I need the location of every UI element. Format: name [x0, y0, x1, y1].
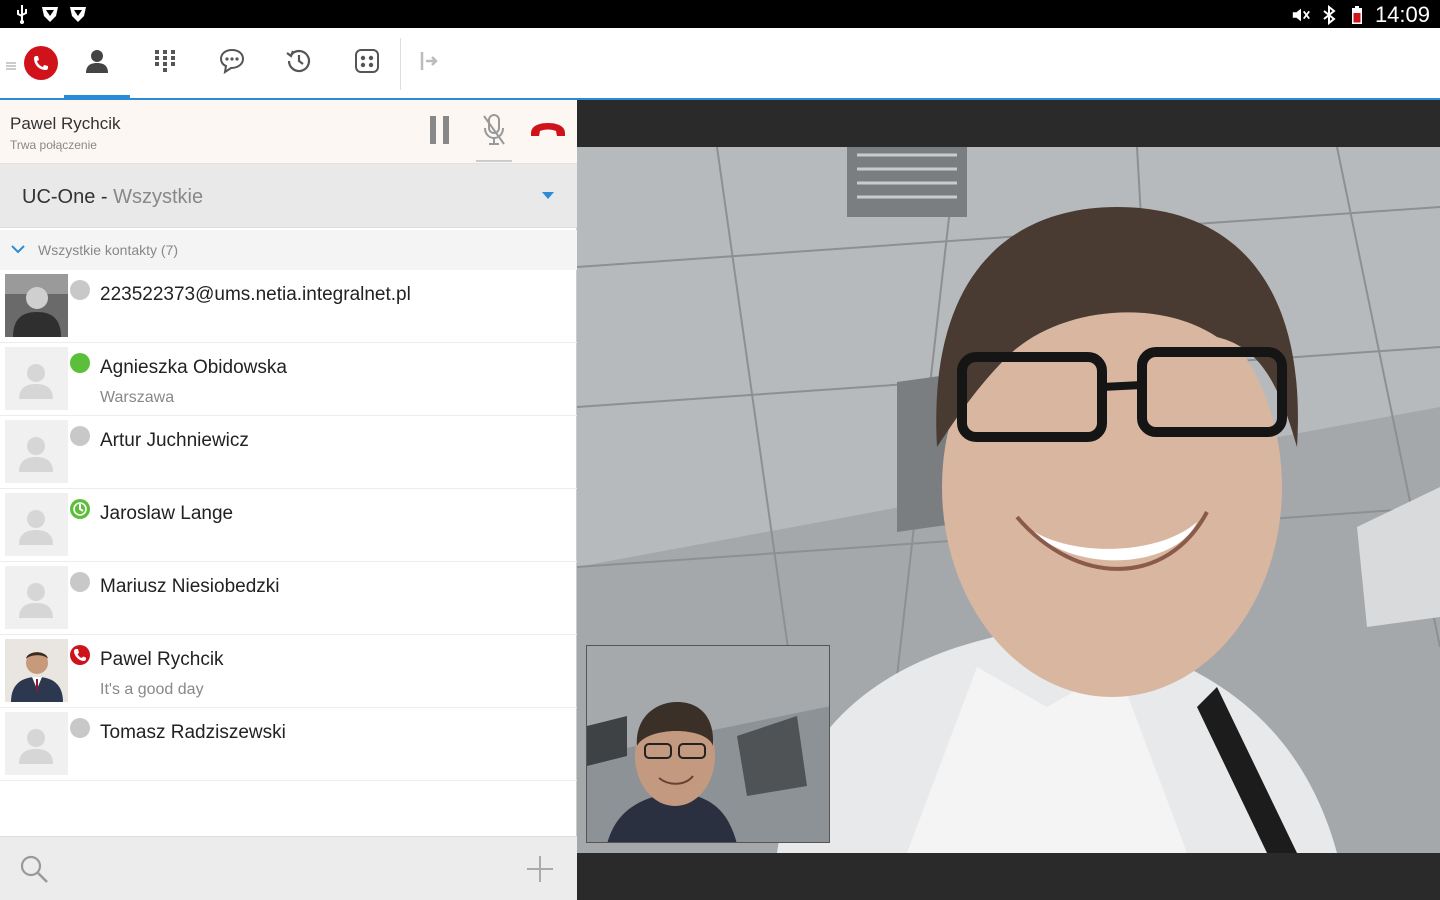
active-call-status: Trwa połączenie	[10, 138, 97, 152]
avatar-placeholder-icon	[5, 566, 68, 629]
hangup-button[interactable]	[526, 110, 570, 154]
presence-offline-icon	[70, 280, 90, 300]
active-call-bar[interactable]: Pawel Rychcik Trwa połączenie	[0, 100, 577, 164]
mute-button[interactable]	[472, 110, 516, 154]
video-call-area	[577, 100, 1440, 900]
presence-offline-icon	[70, 718, 90, 738]
chat-icon	[218, 47, 246, 80]
tab-chat[interactable]	[199, 28, 265, 98]
bluetooth-icon	[1319, 5, 1339, 25]
list-item[interactable]: Tomasz Radziszewski	[0, 708, 577, 781]
mic-off-icon	[481, 113, 507, 152]
search-icon[interactable]	[18, 853, 50, 890]
tab-dialpad[interactable]	[132, 28, 198, 98]
contact-name: Agnieszka Obidowska	[100, 357, 287, 378]
contact-name: 223522373@ums.netia.integralnet.pl	[100, 284, 411, 305]
shield-icon	[40, 4, 60, 24]
contacts-panel: Pawel Rychcik Trwa połączenie UC-One - W…	[0, 100, 577, 900]
bottom-action-bar	[0, 836, 577, 900]
list-item[interactable]: Pawel Rychcik It's a good day	[0, 635, 577, 708]
dialpad-icon	[152, 48, 178, 79]
usb-icon	[12, 4, 32, 24]
presence-idle-icon	[70, 499, 90, 519]
source-prefix: UC-One -	[22, 186, 114, 208]
avatar	[5, 274, 68, 337]
list-item[interactable]: Artur Juchniewicz	[0, 416, 577, 489]
contact-name: Tomasz Radziszewski	[100, 722, 286, 743]
contact-list: 223522373@ums.netia.integralnet.pl Agnie…	[0, 270, 577, 781]
tab-contacts[interactable]	[64, 28, 130, 98]
battery-icon	[1347, 5, 1367, 25]
tab-history[interactable]	[266, 28, 332, 98]
presence-offline-icon	[70, 572, 90, 592]
avatar-placeholder-icon	[5, 712, 68, 775]
list-item[interactable]: 223522373@ums.netia.integralnet.pl	[0, 270, 577, 343]
contact-status-text: It's a good day	[100, 681, 204, 698]
contact-source-selector[interactable]: UC-One - Wszystkie	[0, 164, 577, 228]
list-item[interactable]: Agnieszka Obidowska Warszawa	[0, 343, 577, 416]
contact-name: Mariusz Niesiobedzki	[100, 576, 280, 597]
active-call-name: Pawel Rychcik	[10, 114, 121, 133]
hangup-icon	[529, 120, 567, 145]
source-value: Wszystkie	[113, 186, 204, 208]
tab-conference[interactable]	[334, 28, 400, 98]
list-item[interactable]: Jaroslaw Lange	[0, 489, 577, 562]
mute-icon	[1291, 5, 1311, 25]
avatar-placeholder-icon	[5, 420, 68, 483]
contact-group-header[interactable]: Wszystkie kontakty (7)	[0, 230, 577, 270]
presence-available-icon	[70, 353, 90, 373]
contact-group-label: Wszystkie kontakty (7)	[38, 242, 179, 258]
add-contact-icon[interactable]	[524, 853, 556, 890]
contact-name: Pawel Rychcik	[100, 649, 224, 670]
chevron-down-icon	[542, 192, 554, 199]
hold-button[interactable]	[418, 110, 462, 154]
pause-icon	[427, 114, 453, 151]
list-item[interactable]: Mariusz Niesiobedzki	[0, 562, 577, 635]
chevron-down-icon	[10, 242, 26, 260]
person-icon	[83, 47, 111, 80]
avatar-placeholder-icon	[5, 347, 68, 410]
contact-name: Artur Juchniewicz	[100, 430, 249, 451]
collapse-icon	[416, 48, 442, 79]
conference-icon	[353, 47, 381, 80]
collapse-button[interactable]	[396, 28, 462, 98]
contact-status-text: Warszawa	[100, 389, 175, 406]
status-bar: 14:09	[0, 0, 1440, 28]
history-icon	[285, 47, 313, 80]
avatar-placeholder-icon	[5, 493, 68, 556]
clock: 14:09	[1374, 2, 1430, 27]
main-toolbar	[0, 28, 1440, 100]
shield-icon	[68, 4, 88, 24]
avatar	[5, 639, 68, 702]
presence-offline-icon	[70, 426, 90, 446]
presence-on-call-icon	[70, 645, 90, 665]
contact-name: Jaroslaw Lange	[100, 503, 234, 524]
mute-indicator	[476, 160, 512, 162]
phone-icon	[24, 46, 58, 80]
self-preview-video[interactable]	[586, 645, 830, 843]
